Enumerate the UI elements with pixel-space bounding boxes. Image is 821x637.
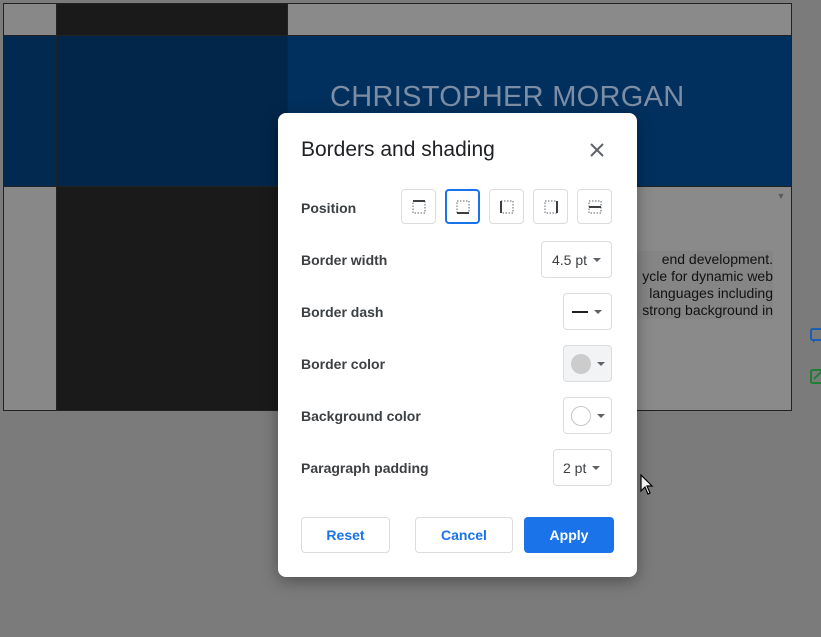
border-color-swatch <box>571 353 591 374</box>
chevron-down-icon <box>597 413 605 418</box>
position-bottom-button[interactable] <box>445 189 480 224</box>
border-width-value: 4.5 pt <box>552 251 588 268</box>
border-between-icon <box>588 200 601 213</box>
position-top-button[interactable] <box>401 189 436 224</box>
table-cell <box>4 187 57 410</box>
add-comment-icon[interactable] <box>806 325 821 349</box>
background-color-swatch <box>571 405 591 426</box>
position-right-button[interactable] <box>533 189 568 224</box>
background-color-dropdown[interactable] <box>563 397 612 434</box>
resume-name-heading: CHRISTOPHER MORGAN <box>330 81 685 113</box>
suggest-edit-icon[interactable] <box>806 365 821 389</box>
close-icon <box>590 143 604 157</box>
chevron-down-icon <box>593 257 602 262</box>
table-cell <box>288 4 791 36</box>
table-cell <box>57 187 288 410</box>
borders-and-shading-dialog: Borders and shading Position Border widt… <box>278 113 637 577</box>
paragraph-padding-value: 2 pt <box>563 459 587 476</box>
border-width-label: Border width <box>301 252 388 268</box>
mouse-cursor-icon <box>640 473 654 501</box>
position-label: Position <box>301 200 357 216</box>
chevron-down-icon <box>592 465 601 470</box>
border-top-icon <box>412 199 425 213</box>
side-toolbar <box>806 325 821 405</box>
paragraph-padding-label: Paragraph padding <box>301 460 429 476</box>
chevron-down-icon <box>597 361 605 366</box>
border-dash-label: Border dash <box>301 304 384 320</box>
position-left-button[interactable] <box>489 189 524 224</box>
border-color-dropdown[interactable] <box>563 345 612 382</box>
border-width-dropdown[interactable]: 4.5 pt <box>541 241 612 278</box>
chevron-down-icon <box>594 309 602 314</box>
border-left-icon <box>499 200 513 213</box>
apply-button[interactable]: Apply <box>524 517 614 553</box>
reset-button[interactable]: Reset <box>301 517 390 553</box>
solid-line-icon <box>572 310 588 313</box>
dialog-title: Borders and shading <box>301 138 495 161</box>
border-color-label: Border color <box>301 356 386 372</box>
cancel-button[interactable]: Cancel <box>415 517 513 553</box>
background-color-label: Background color <box>301 408 421 424</box>
header-band-cell <box>4 36 57 187</box>
table-cell <box>57 4 288 36</box>
border-bottom-icon <box>456 200 469 214</box>
position-between-button[interactable] <box>577 189 612 224</box>
border-right-icon <box>544 200 558 213</box>
border-dash-dropdown[interactable] <box>563 293 612 330</box>
header-band-cell <box>57 36 288 187</box>
table-cell <box>4 4 57 36</box>
paragraph-padding-dropdown[interactable]: 2 pt <box>553 449 612 486</box>
close-button[interactable] <box>585 138 609 162</box>
cell-menu-arrow-icon: ▼ <box>776 191 786 201</box>
